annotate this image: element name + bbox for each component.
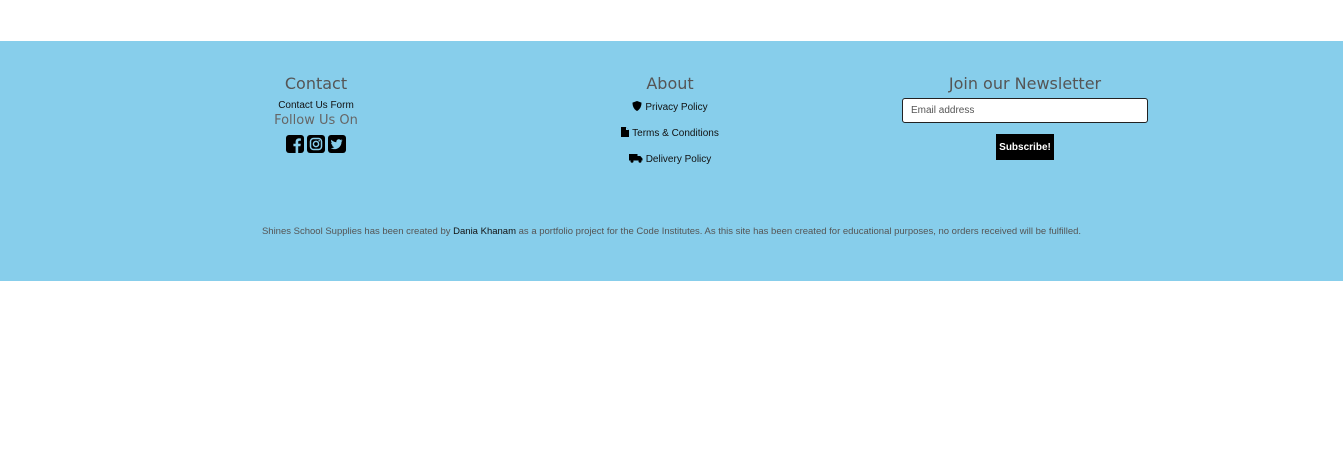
newsletter-column: Join our Newsletter Subscribe! bbox=[880, 74, 1170, 160]
site-footer: Contact Contact Us Form Follow Us On Abo… bbox=[0, 41, 1343, 281]
contact-us-form-link[interactable]: Contact Us Form bbox=[216, 100, 416, 112]
social-icons bbox=[216, 135, 416, 153]
delivery-policy-label: Delivery Policy bbox=[645, 153, 712, 165]
instagram-icon[interactable] bbox=[307, 135, 325, 153]
about-column: About Privacy Policy Terms & Conditions bbox=[570, 74, 770, 166]
privacy-policy-link[interactable]: Privacy Policy bbox=[632, 100, 708, 114]
terms-conditions-link[interactable]: Terms & Conditions bbox=[621, 126, 719, 140]
top-blank-area bbox=[0, 0, 1343, 41]
file-icon bbox=[621, 126, 630, 140]
credit-suffix: as a portfolio project for the Code Inst… bbox=[518, 226, 1082, 237]
subscribe-button[interactable]: Subscribe! bbox=[996, 134, 1054, 160]
truck-icon bbox=[628, 153, 643, 166]
newsletter-heading: Join our Newsletter bbox=[948, 74, 1102, 93]
page: Contact Contact Us Form Follow Us On Abo… bbox=[0, 0, 1343, 460]
about-links: Privacy Policy Terms & Conditions Delive… bbox=[570, 94, 770, 166]
about-heading: About bbox=[646, 74, 694, 93]
facebook-icon[interactable] bbox=[286, 135, 304, 153]
credit-prefix: Shines School Supplies has been created … bbox=[261, 226, 451, 237]
credit-text: Shines School Supplies has been created … bbox=[0, 226, 1343, 237]
contact-heading: Contact bbox=[284, 74, 348, 93]
newsletter-email-input[interactable] bbox=[902, 98, 1148, 123]
contact-column: Contact Contact Us Form Follow Us On bbox=[216, 74, 416, 153]
author-link[interactable]: Dania Khanam bbox=[453, 226, 516, 237]
privacy-policy-label: Privacy Policy bbox=[645, 101, 708, 113]
twitter-icon[interactable] bbox=[328, 135, 346, 153]
shield-icon bbox=[632, 100, 642, 114]
terms-conditions-label: Terms & Conditions bbox=[632, 127, 719, 139]
delivery-policy-link[interactable]: Delivery Policy bbox=[628, 152, 712, 166]
follow-us-label: Follow Us On bbox=[274, 113, 358, 128]
